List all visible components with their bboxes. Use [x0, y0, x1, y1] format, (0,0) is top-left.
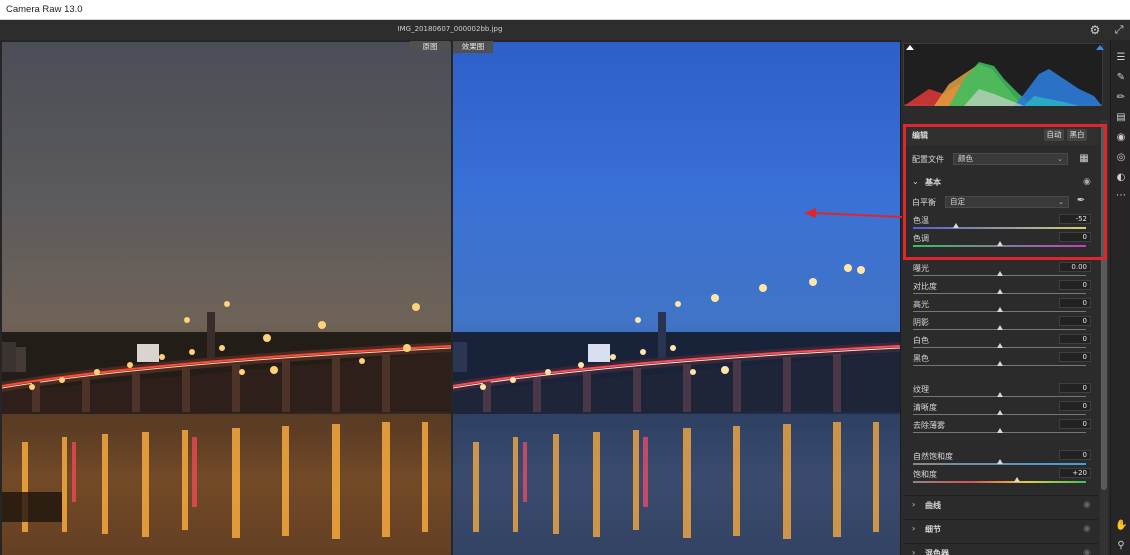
profile-value: 颜色: [958, 154, 973, 163]
slider-thumb[interactable]: [996, 343, 1003, 348]
slider-thumb[interactable]: [996, 241, 1003, 246]
slider-value[interactable]: 0: [1059, 280, 1091, 290]
chevron-down-icon: ⌄: [1057, 155, 1063, 163]
slider-track[interactable]: [913, 481, 1086, 483]
fullscreen-icon[interactable]: ⤢: [1112, 23, 1126, 37]
slider-thumb[interactable]: [953, 223, 960, 228]
slider-label: 色调: [913, 234, 929, 243]
slider-label: 纹理: [913, 385, 929, 394]
annotation-arrow: [804, 208, 903, 218]
profile-label: 配置文件: [912, 155, 944, 164]
edit-title: 编辑: [912, 131, 928, 140]
before-label: 原图: [410, 41, 450, 53]
slider-thumb[interactable]: [996, 392, 1003, 397]
chevron-right-icon[interactable]: ›: [912, 524, 915, 533]
visibility-eye-icon[interactable]: ◉: [1083, 500, 1091, 510]
basic-chevron-icon[interactable]: ⌄: [912, 177, 919, 186]
before-photo: [2, 42, 451, 555]
bw-button[interactable]: 黑白: [1067, 129, 1087, 141]
top-toolbar: IMG_20180607_000002bb.jpg ⚙ ⤢: [0, 20, 1130, 40]
slider-thumb[interactable]: [996, 325, 1003, 330]
pen-icon[interactable]: ✏: [1115, 92, 1127, 104]
filename-label: IMG_20180607_000002bb.jpg: [397, 25, 503, 33]
white-balance-value: 自定: [950, 197, 965, 206]
radial-icon[interactable]: ◉: [1115, 132, 1127, 144]
eyedropper-icon[interactable]: ⚲: [1115, 540, 1127, 552]
slider-label: 黑色: [913, 354, 929, 363]
slider-value[interactable]: 0: [1059, 419, 1091, 429]
slider-value[interactable]: 0: [1059, 298, 1091, 308]
slider-thumb[interactable]: [996, 307, 1003, 312]
slider-value[interactable]: 0: [1059, 316, 1091, 326]
after-photo: [453, 42, 900, 555]
white-balance-dropdown[interactable]: 自定 ⌄: [945, 196, 1069, 208]
slider-label: 曝光: [913, 264, 929, 273]
after-label: 效果图: [453, 41, 493, 53]
slider-thumb[interactable]: [996, 361, 1003, 366]
slider-value[interactable]: 0: [1059, 383, 1091, 393]
chevron-down-icon: ⌄: [1058, 198, 1064, 206]
slider-thumb[interactable]: [996, 459, 1003, 464]
temperature-slider-track[interactable]: [913, 227, 1086, 229]
slider-thumb[interactable]: [996, 289, 1003, 294]
app-title: Camera Raw 13.0: [6, 4, 83, 15]
slider-label: 对比度: [913, 282, 937, 291]
histogram: [903, 43, 1104, 106]
slider-thumb[interactable]: [1013, 477, 1020, 482]
slider-thumb[interactable]: [996, 410, 1003, 415]
section-title[interactable]: 混色器: [925, 548, 949, 555]
hand-icon[interactable]: ✋: [1115, 520, 1127, 532]
preset-icon[interactable]: ◐: [1115, 172, 1127, 184]
slider-value[interactable]: 0: [1059, 232, 1091, 242]
gear-icon[interactable]: ⚙: [1088, 23, 1102, 37]
slider-value[interactable]: 0: [1059, 401, 1091, 411]
slider-label: 色温: [913, 216, 929, 225]
slider-value[interactable]: +20: [1059, 468, 1091, 478]
slider-thumb[interactable]: [996, 271, 1003, 276]
chevron-right-icon[interactable]: ›: [912, 548, 915, 555]
more-icon[interactable]: ⋯: [1115, 190, 1127, 202]
profile-dropdown[interactable]: 颜色 ⌄: [953, 153, 1068, 165]
brush-icon[interactable]: ✎: [1115, 72, 1127, 84]
section-title[interactable]: 细节: [925, 524, 941, 535]
slider-label: 去除薄雾: [913, 421, 945, 430]
white-balance-label: 白平衡: [912, 198, 936, 207]
slider-value[interactable]: -52: [1059, 214, 1091, 224]
chevron-right-icon[interactable]: ›: [912, 500, 915, 509]
gradient-icon[interactable]: ▤: [1115, 112, 1127, 124]
sliders-icon[interactable]: ☰: [1115, 52, 1127, 64]
slider-label: 自然饱和度: [913, 452, 953, 461]
slider-label: 高光: [913, 300, 929, 309]
slider-value[interactable]: 0: [1059, 450, 1091, 460]
title-bar: Camera Raw 13.0: [0, 0, 1130, 20]
slider-label: 清晰度: [913, 403, 937, 412]
visibility-eye-icon[interactable]: ◉: [1083, 548, 1091, 555]
slider-label: 白色: [913, 336, 929, 345]
auto-button[interactable]: 自动: [1044, 129, 1064, 141]
section-title[interactable]: 曲线: [925, 500, 941, 511]
basic-visibility-eye-icon[interactable]: ◉: [1083, 177, 1091, 187]
redeye-icon[interactable]: ◎: [1115, 152, 1127, 164]
slider-value[interactable]: 0.00: [1059, 262, 1091, 272]
tool-strip: ☰ ✎ ✏ ▤ ◉ ◎ ◐ ⋯ ✋ ⚲: [1110, 40, 1130, 555]
slider-label: 阴影: [913, 318, 929, 327]
slider-thumb[interactable]: [996, 428, 1003, 433]
visibility-eye-icon[interactable]: ◉: [1083, 524, 1091, 534]
slider-label: 饱和度: [913, 470, 937, 479]
profile-browser-icon[interactable]: ▦: [1078, 153, 1090, 165]
eyedropper-wb-icon[interactable]: ✒: [1075, 195, 1087, 207]
basic-title[interactable]: 基本: [925, 177, 941, 188]
slider-value[interactable]: 0: [1059, 334, 1091, 344]
slider-value[interactable]: 0: [1059, 352, 1091, 362]
panel-scrollbar-thumb[interactable]: [1101, 125, 1107, 490]
